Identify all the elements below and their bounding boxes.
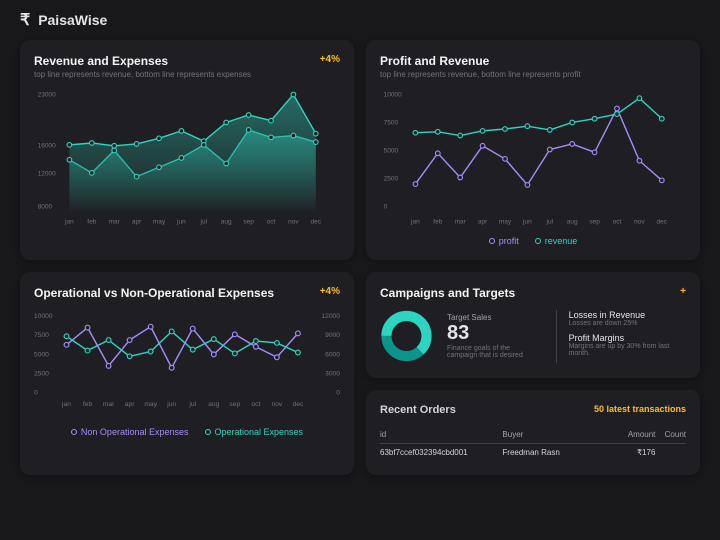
svg-text:12000: 12000 [321,313,340,320]
svg-text:feb: feb [83,401,93,408]
pct-badge: +4% [320,286,340,297]
card-title: Revenue and Expenses [34,54,251,68]
dot-icon [535,238,541,244]
card-title: Profit and Revenue [380,54,581,68]
svg-text:jun: jun [166,401,176,408]
svg-text:jul: jul [546,218,554,225]
chart-op-nonop: 10000 7500 5000 2500 0 12000 9000 6000 3000 0 ja… [34,308,340,418]
svg-text:oct: oct [267,218,276,225]
svg-text:5000: 5000 [384,147,399,154]
chart-profit-revenue: 10000 7500 5000 2500 0 jan feb mar apr may ju… [380,87,686,227]
svg-text:23000: 23000 [38,91,56,98]
svg-text:mar: mar [103,401,115,408]
svg-text:2500: 2500 [34,370,49,377]
svg-text:aug: aug [221,218,232,225]
chart-revenue-expenses: 23000 16000 12000 8000 jan feb mar apr may ju… [34,87,340,227]
svg-text:mar: mar [455,218,467,225]
table-row[interactable]: 63bf7ccef032394cbd001Freedman Rasn₹176 [380,444,686,461]
svg-text:nov: nov [271,401,282,408]
svg-text:mar: mar [109,218,121,225]
svg-text:0: 0 [34,390,38,397]
dot-icon [489,238,495,244]
card-title: Operational vs Non-Operational Expenses [34,286,274,300]
svg-text:jul: jul [200,218,208,225]
app-header: ₹ PaisaWise [0,0,720,40]
card-subtitle: top line represents revenue, bottom line… [380,70,581,79]
svg-text:5000: 5000 [34,351,49,358]
recent-orders-card: Recent Orders50 latest transactions idBu… [366,390,700,475]
svg-text:oct: oct [613,218,622,225]
svg-text:3000: 3000 [325,370,340,377]
svg-text:oct: oct [251,401,260,408]
svg-text:dec: dec [311,218,322,225]
svg-text:dec: dec [293,401,304,408]
svg-text:sep: sep [229,401,240,408]
table-header: idBuyerAmountCount [380,426,686,444]
svg-text:2500: 2500 [384,175,399,182]
card-title: Campaigns and Targets [380,286,515,300]
rupee-icon: ₹ [20,10,30,30]
svg-text:nov: nov [634,218,645,225]
pct-badge: +4% [320,54,340,65]
profit-revenue-card: Profit and Revenue top line represents r… [366,40,700,260]
pct-badge: + [680,286,686,297]
svg-text:aug: aug [208,401,219,408]
donut-chart [380,308,433,364]
svg-text:16000: 16000 [38,143,56,150]
xaxis: jan feb mar apr may jun jul aug sep oct nov dec [64,218,322,225]
svg-text:may: may [499,218,512,225]
op-nonop-card: Operational vs Non-Operational Expenses … [20,272,354,475]
svg-text:jan: jan [410,218,420,225]
svg-text:12000: 12000 [38,171,56,178]
svg-text:7500: 7500 [34,332,49,339]
card-subtitle: top line represents revenue, bottom line… [34,70,251,79]
svg-text:apr: apr [132,218,142,225]
revenue-expenses-card: Revenue and Expenses top line represents… [20,40,354,260]
svg-text:feb: feb [433,218,442,225]
svg-text:jan: jan [61,401,71,408]
dot-icon [205,429,211,435]
dot-icon [71,429,77,435]
svg-text:aug: aug [567,218,578,225]
svg-text:dec: dec [657,218,668,225]
target-value: 83 [447,322,542,345]
app-name: PaisaWise [38,12,107,28]
svg-text:jan: jan [64,218,74,225]
svg-text:sep: sep [243,218,254,225]
svg-text:9000: 9000 [325,332,340,339]
svg-text:may: may [153,218,166,225]
svg-text:0: 0 [336,390,340,397]
svg-text:sep: sep [589,218,600,225]
svg-text:apr: apr [478,218,488,225]
svg-text:6000: 6000 [325,351,340,358]
svg-text:0: 0 [384,203,388,210]
svg-text:10000: 10000 [384,91,402,98]
svg-text:jun: jun [176,218,186,225]
svg-text:jul: jul [188,401,196,408]
svg-text:10000: 10000 [34,313,53,320]
svg-text:feb: feb [87,218,96,225]
svg-text:apr: apr [125,401,135,408]
svg-text:7500: 7500 [384,119,399,126]
svg-text:nov: nov [288,218,299,225]
svg-text:may: may [144,401,157,408]
campaigns-card: Campaigns and Targets+ Target Sales 83 F… [366,272,700,378]
svg-text:jun: jun [522,218,532,225]
svg-text:8000: 8000 [38,203,53,210]
